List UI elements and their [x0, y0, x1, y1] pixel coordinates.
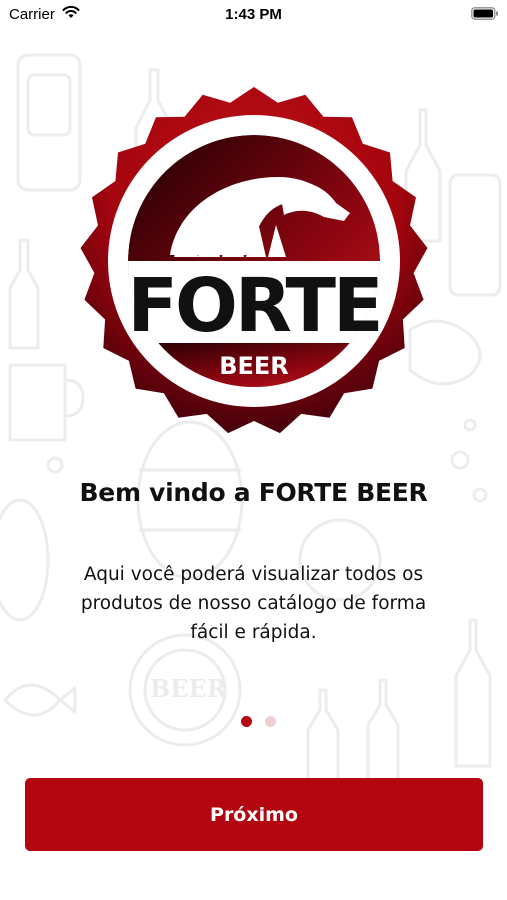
welcome-title: Bem vindo a FORTE BEER	[79, 478, 428, 507]
forte-beer-logo: FORTE BEER	[80, 87, 428, 434]
page-dot-active[interactable]	[241, 716, 252, 727]
description-line: produtos de nosso catálogo de forma	[80, 593, 427, 614]
status-bar: Carrier 1:43 PM	[0, 0, 507, 30]
description-line: Aqui você poderá visualizar todos os	[83, 564, 424, 585]
description-line: fácil e rápida.	[190, 622, 317, 643]
status-time: 1:43 PM	[225, 6, 282, 23]
logo-sub-text: BEER	[219, 352, 289, 380]
welcome-description: Aqui você poderá visualizar todos os pro…	[50, 560, 457, 647]
logo-brand-text: FORTE	[127, 263, 380, 349]
page-dot-inactive[interactable]	[265, 716, 276, 727]
next-button[interactable]: Próximo	[25, 778, 483, 851]
svg-text:BEER: BEER	[150, 674, 228, 703]
battery-icon	[471, 7, 498, 20]
